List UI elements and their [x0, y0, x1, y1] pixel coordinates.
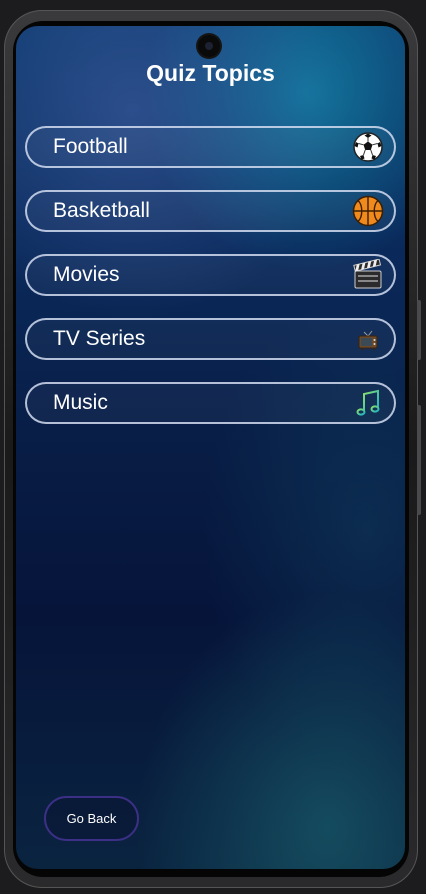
soccer-ball-icon	[353, 132, 383, 162]
topic-button-movies[interactable]: Movies	[25, 254, 396, 296]
topic-label: Music	[53, 391, 108, 414]
topic-button-football[interactable]: Football	[25, 126, 396, 168]
topic-label: Basketball	[53, 199, 150, 222]
topic-label: Movies	[53, 263, 120, 286]
page-title: Quiz Topics	[146, 60, 275, 86]
clapperboard-icon	[353, 259, 382, 289]
front-camera	[198, 35, 220, 57]
topic-label: Football	[53, 135, 128, 158]
topic-label: TV Series	[53, 327, 146, 350]
volume-button	[417, 300, 421, 360]
topic-button-music[interactable]: Music	[25, 382, 396, 424]
television-icon	[358, 330, 378, 350]
power-button	[417, 405, 421, 515]
topic-button-tv-series[interactable]: TV Series	[25, 318, 396, 360]
app-screen: Quiz Topics Football Basketball Movies T…	[16, 26, 405, 869]
topic-list: Football Basketball Movies TV Series Mus…	[25, 126, 396, 446]
topic-button-basketball[interactable]: Basketball	[25, 190, 396, 232]
go-back-button[interactable]: Go Back	[44, 796, 139, 841]
music-note-icon	[356, 389, 380, 416]
basketball-icon	[352, 195, 384, 227]
